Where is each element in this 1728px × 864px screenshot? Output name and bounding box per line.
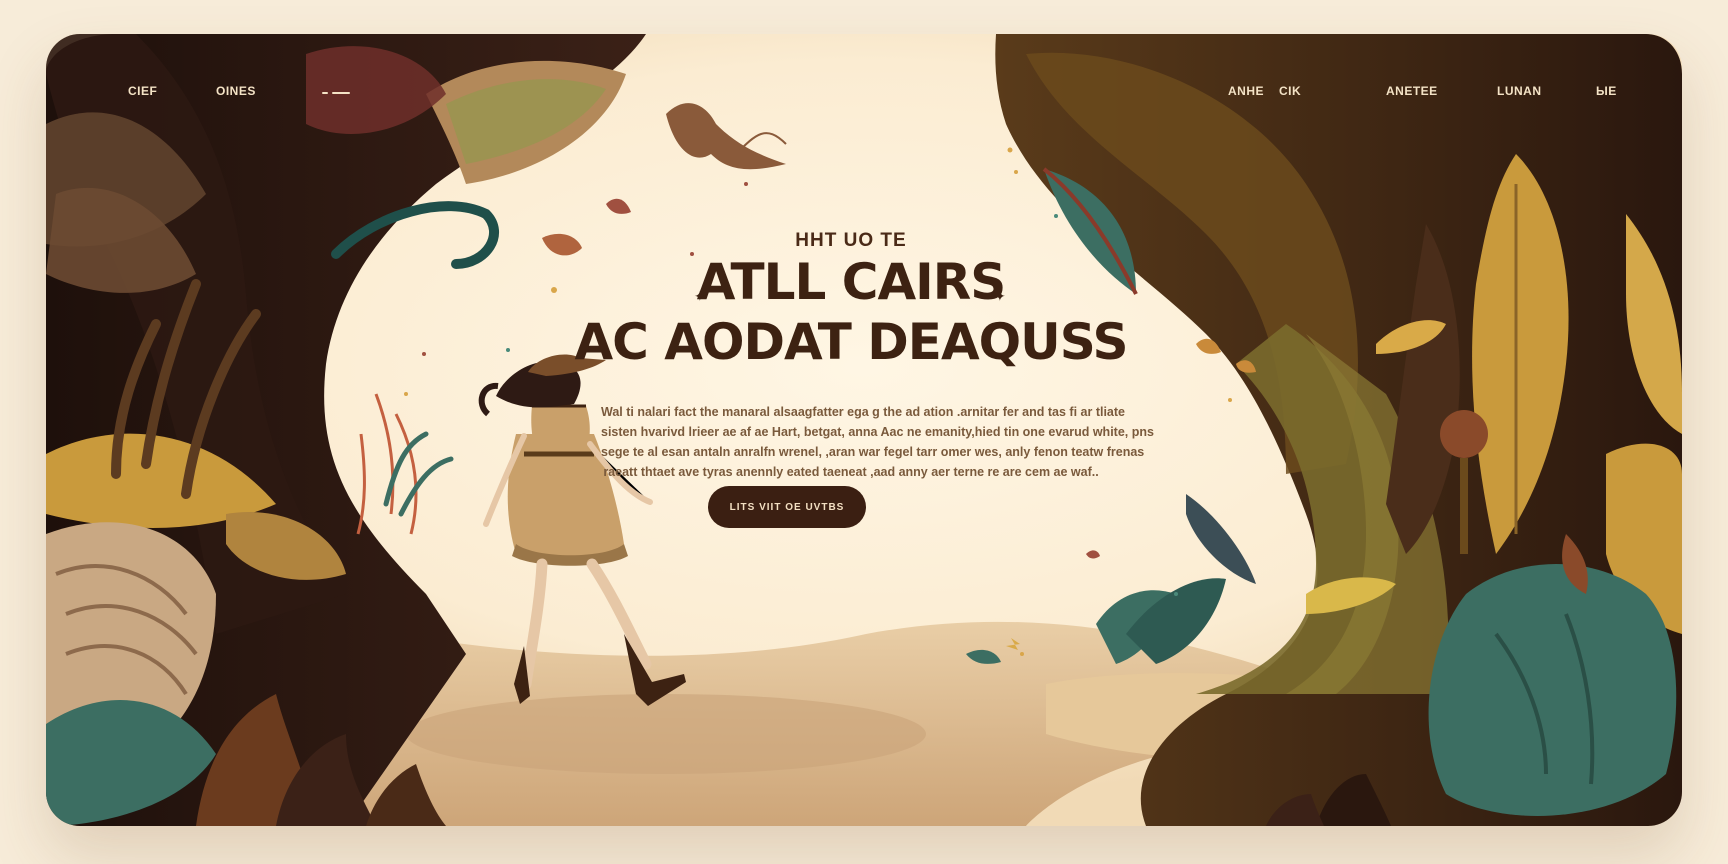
nav-link-anetee[interactable]: ANETEE: [1386, 84, 1438, 98]
star-icon: ✦: [994, 288, 1006, 304]
hero-subtitle: HHT UO TE: [795, 230, 907, 251]
description-line: raeatt thtaet ave tyras anennly eated ta…: [603, 465, 1099, 479]
hero-description: Wal ti nalari fact the manaral alsaagfat…: [601, 402, 1154, 482]
description-line: sisten hvarivd lrieer ae af ae Hart, bet…: [601, 425, 1154, 439]
description-line: Wal ti nalari fact the manaral alsaagfat…: [601, 405, 1125, 419]
page-frame: CIEF OINES ANHE CIK ANETEE LUNAN ЫЕ HHT …: [46, 34, 1682, 826]
nav-link-anhe[interactable]: ANHE: [1228, 84, 1264, 98]
hero-title-line-1: ATLL CAIRS: [696, 253, 1007, 311]
hero-title: ATLL CAIRS AC AODAT DEAQUSS: [566, 252, 1136, 372]
nav-link-cik[interactable]: CIK: [1279, 84, 1301, 98]
description-line: sege te al esan antaln anralfn wrenel, ,…: [601, 445, 1145, 459]
cta-button[interactable]: LITS VIIT OE UVTBS: [708, 486, 866, 528]
nav-link-cief[interactable]: CIEF: [128, 84, 157, 98]
nav-link-lunan[interactable]: LUNAN: [1497, 84, 1542, 98]
dash-menu-icon[interactable]: [322, 90, 352, 96]
hero-title-line-2: AC AODAT DEAQUSS: [574, 313, 1128, 371]
nav-link-oines[interactable]: OINES: [216, 84, 256, 98]
nav-link-menu-end[interactable]: ЫЕ: [1596, 84, 1617, 98]
star-icon: ✦: [694, 288, 706, 304]
